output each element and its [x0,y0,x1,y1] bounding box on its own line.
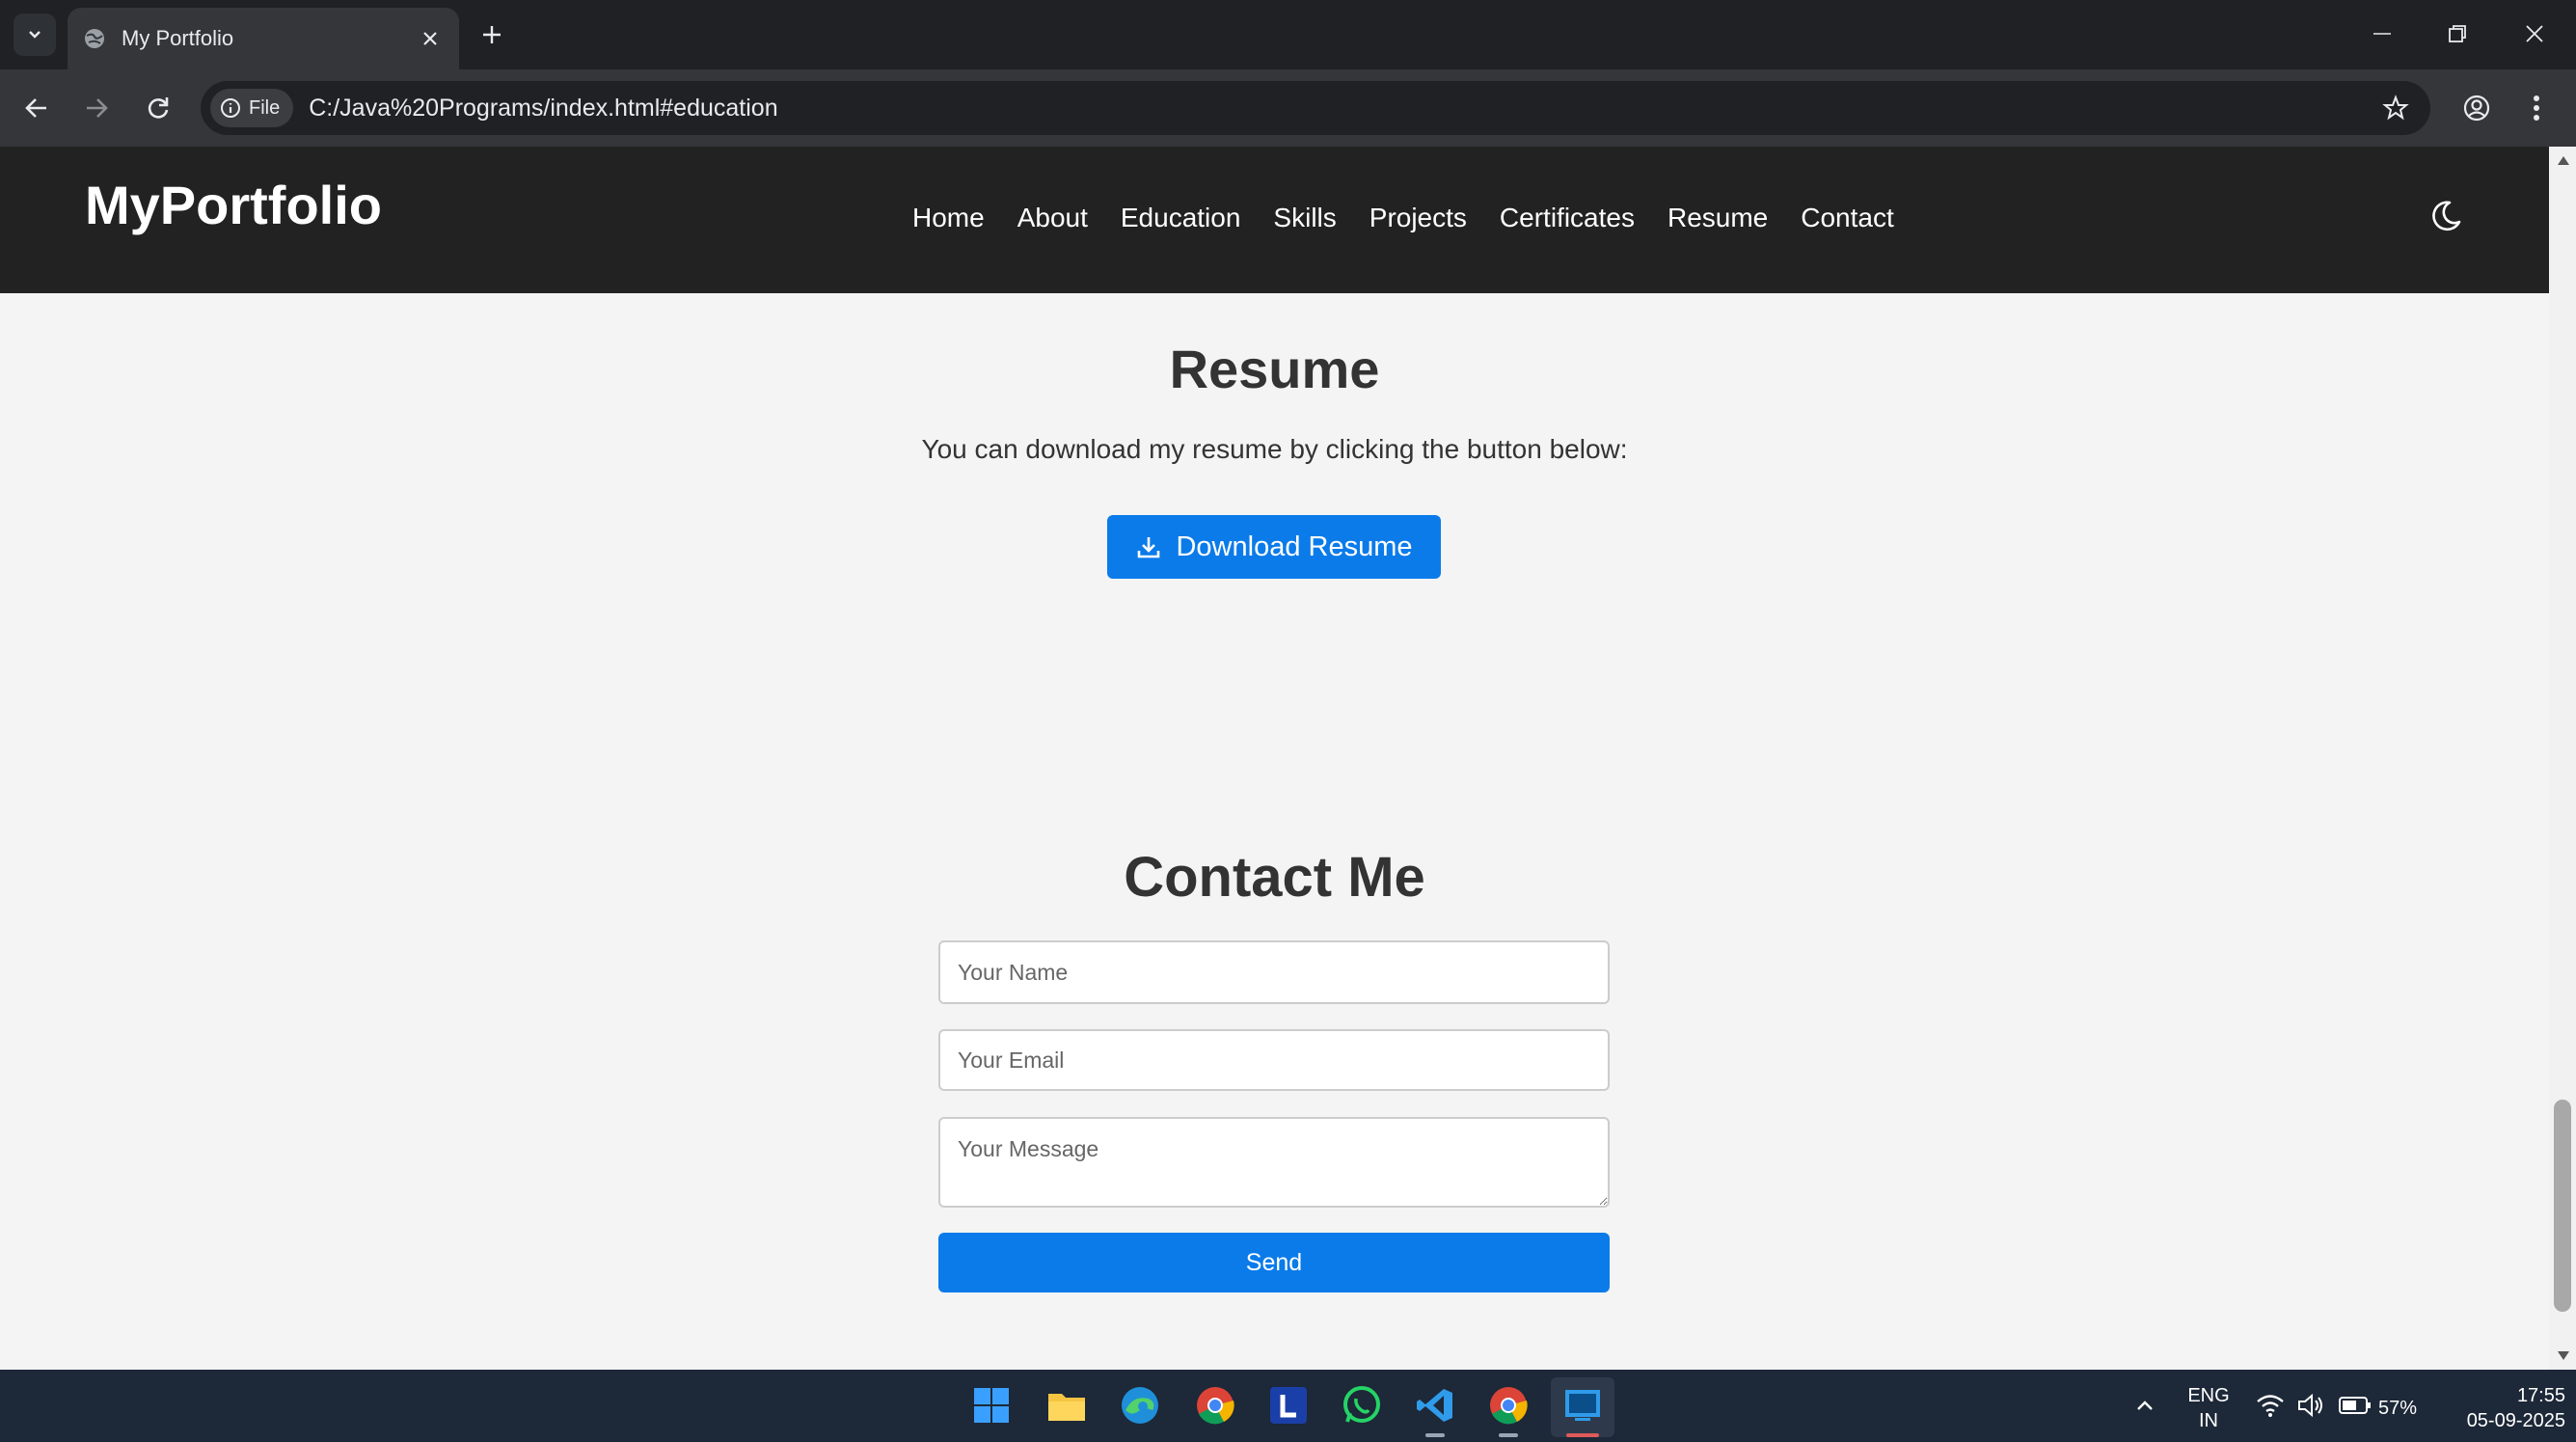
message-textarea[interactable] [938,1117,1610,1208]
restore-icon [2449,25,2466,42]
l-app-button[interactable] [1265,1382,1312,1428]
tab-title: My Portfolio [122,26,234,50]
clock[interactable]: 17:55 05-09-2025 [2430,1383,2565,1433]
nav-link-skills[interactable]: Skills [1273,203,1336,233]
scrollbar-thumb[interactable] [2554,1100,2571,1312]
info-icon [221,98,240,118]
file-explorer-button[interactable] [1044,1382,1090,1428]
forward-button[interactable] [75,87,118,129]
moon-icon [2432,201,2461,231]
app-window-icon [1565,1390,1600,1421]
vscode-icon [1417,1389,1452,1422]
nav-link-contact[interactable]: Contact [1801,203,1894,233]
close-icon [423,32,437,45]
active-app-button[interactable] [1559,1382,1606,1428]
language-code: ENG [2187,1385,2230,1406]
site-info-chip[interactable]: File [210,89,294,127]
chrome-browser-icon [1490,1387,1528,1425]
language-indicator[interactable]: ENG IN [2182,1383,2236,1433]
scroll-down-arrow-icon[interactable] [2557,1350,2570,1362]
profile-button[interactable] [2455,87,2498,129]
chrome-button[interactable] [1192,1382,1238,1428]
l-app-icon [1270,1387,1307,1424]
folder-icon [1048,1394,1085,1421]
back-button[interactable] [15,87,58,129]
plus-icon [483,26,501,43]
restore-button[interactable] [2428,10,2486,58]
vscode-running-indicator [1425,1433,1445,1437]
battery-percent: 57% [2377,1398,2418,1419]
edge-browser-icon [1122,1387,1158,1424]
tab-search-button[interactable] [14,14,56,56]
chevron-down-icon [29,31,41,39]
browser-tab[interactable]: My Portfolio [68,8,459,69]
nav-link-resume[interactable]: Resume [1668,203,1768,233]
reload-button[interactable] [137,87,179,129]
chrome-browser-icon [1197,1387,1234,1425]
globe-icon [85,29,104,48]
kebab-menu-icon [2534,95,2539,121]
region-code: IN [2199,1410,2218,1431]
whatsapp-button[interactable] [1339,1382,1385,1428]
resume-heading: Resume [1169,339,1380,399]
send-button[interactable]: Send [938,1233,1610,1292]
nav-link-home[interactable]: Home [912,203,985,233]
speaker-icon [2298,1393,2322,1418]
nav-link-certificates[interactable]: Certificates [1500,203,1635,233]
address-bar[interactable]: File C:/Java%20Programs/index.html#educa… [201,81,2430,135]
clock-time: 17:55 [2516,1385,2565,1406]
nav-link-education[interactable]: Education [1121,203,1241,233]
reload-icon [148,97,169,119]
scroll-up-arrow-icon[interactable] [2557,154,2570,166]
email-input[interactable] [938,1029,1610,1091]
download-resume-label: Download Resume [1176,531,1413,562]
nav-link-projects[interactable]: Projects [1369,203,1467,233]
resume-description: You can download my resume by clicking t… [921,434,1628,464]
wifi-button[interactable] [2247,1382,2293,1428]
arrow-left-icon [25,98,46,118]
window-close-button[interactable] [2506,10,2563,58]
start-button[interactable] [968,1382,1015,1428]
download-icon [1138,537,1160,558]
main-nav: Home About Education Skills Projects Cer… [912,203,1927,233]
arrow-right-icon [87,98,108,118]
clock-date: 05-09-2025 [2466,1410,2565,1431]
nav-link-about[interactable]: About [1017,203,1088,233]
site-logo[interactable]: MyPortfolio [85,174,382,236]
theme-toggle-button[interactable] [2427,197,2465,235]
close-icon [2526,25,2543,42]
name-input[interactable] [938,940,1610,1004]
whatsapp-icon [1343,1386,1380,1423]
chrome-profile-button[interactable] [1485,1382,1532,1428]
star-icon [2382,95,2409,121]
edge-button[interactable] [1117,1382,1163,1428]
battery-icon [2339,1397,2371,1414]
url-text[interactable]: C:/Java%20Programs/index.html#education [309,95,2374,122]
browser-menu-button[interactable] [2517,87,2556,129]
windows-logo-icon [974,1388,1009,1423]
contact-heading: Contact Me [1124,846,1425,909]
tab-close-button[interactable] [417,25,444,52]
chrome-running-indicator [1499,1433,1518,1437]
minimize-button[interactable] [2353,10,2411,58]
download-resume-button[interactable]: Download Resume [1107,515,1441,579]
chevron-up-icon [2137,1401,2153,1410]
minimize-icon [2373,33,2391,35]
profile-icon [2463,95,2490,122]
site-info-label: File [249,96,281,119]
new-tab-button[interactable] [475,17,509,52]
vscode-button[interactable] [1412,1382,1458,1428]
site-header: MyPortfolio Home About Education Skills … [0,147,2549,293]
wifi-icon [2257,1395,2284,1417]
tray-overflow-button[interactable] [2122,1382,2168,1428]
active-app-indicator [1566,1433,1599,1437]
bookmark-button[interactable] [2374,87,2417,129]
volume-button[interactable] [2288,1382,2334,1428]
